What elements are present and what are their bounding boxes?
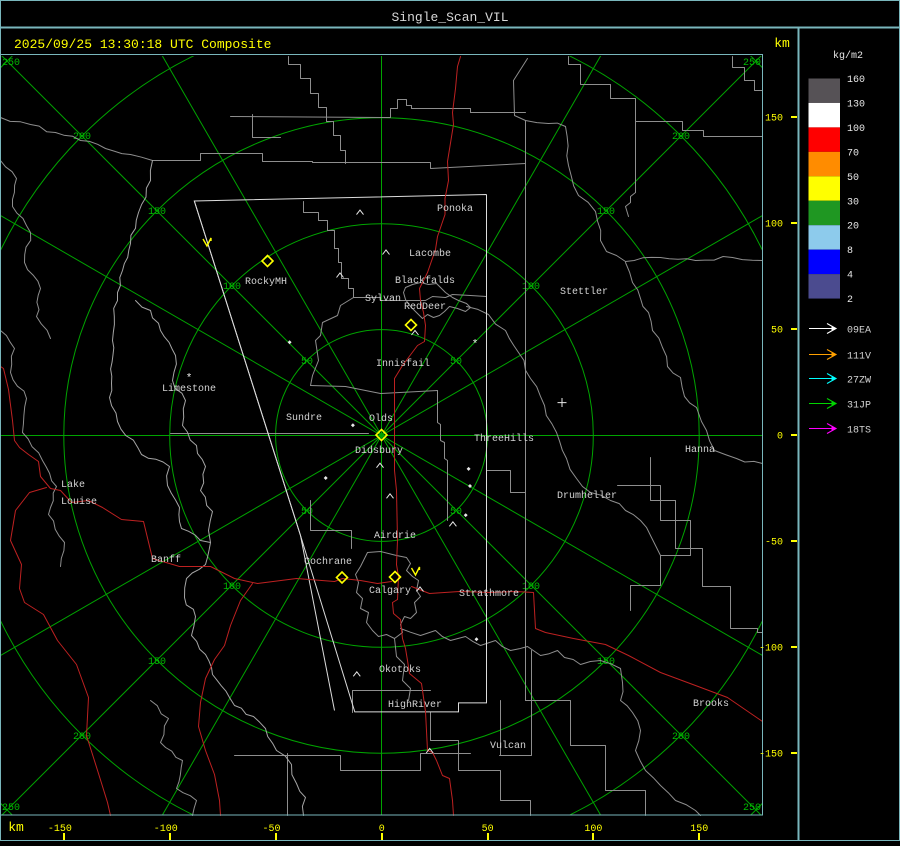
svg-text:250: 250: [743, 803, 761, 814]
svg-text:Calgary: Calgary: [369, 585, 411, 597]
svg-text:Strathmore: Strathmore: [459, 588, 519, 600]
svg-text:50: 50: [301, 507, 313, 518]
svg-text:Okotoks: Okotoks: [379, 664, 421, 676]
svg-text:130: 130: [847, 99, 865, 110]
svg-text:200: 200: [672, 732, 690, 743]
svg-text:100: 100: [223, 282, 241, 293]
svg-text:150: 150: [148, 657, 166, 668]
svg-text:27ZW: 27ZW: [847, 376, 871, 387]
svg-text:-150: -150: [759, 750, 783, 761]
svg-text:100: 100: [765, 220, 783, 231]
svg-text:Stettler: Stettler: [560, 286, 608, 298]
svg-text:Ponoka: Ponoka: [437, 203, 473, 215]
svg-text:-50: -50: [765, 538, 783, 549]
svg-text:8: 8: [847, 246, 853, 257]
svg-text:31JP: 31JP: [847, 401, 871, 412]
svg-text:2025/09/25 13:30:18 UTC Compos: 2025/09/25 13:30:18 UTC Composite: [14, 37, 271, 52]
svg-text:ThreeHills: ThreeHills: [474, 433, 534, 445]
svg-text:250: 250: [2, 58, 20, 69]
svg-text:250: 250: [743, 58, 761, 69]
svg-text:-150: -150: [48, 824, 72, 835]
svg-text:200: 200: [672, 132, 690, 143]
svg-text:Drumheller: Drumheller: [557, 490, 617, 502]
svg-text:50: 50: [301, 357, 313, 368]
svg-text:50: 50: [847, 173, 859, 184]
svg-text:Lake: Lake: [61, 479, 85, 491]
svg-text:Innisfail: Innisfail: [376, 358, 430, 370]
svg-text:Single_Scan_VIL: Single_Scan_VIL: [391, 10, 508, 25]
svg-text:2: 2: [847, 295, 853, 306]
svg-text:0: 0: [379, 824, 385, 835]
svg-text:100: 100: [847, 124, 865, 135]
svg-text:Blackfalds: Blackfalds: [395, 275, 455, 287]
svg-text:111V: 111V: [847, 352, 871, 363]
svg-text:Hanna: Hanna: [685, 445, 715, 456]
svg-text:Vulcan: Vulcan: [490, 740, 526, 752]
svg-text:50: 50: [450, 357, 462, 368]
svg-text:-100: -100: [154, 824, 178, 835]
svg-text:*: *: [186, 373, 193, 385]
svg-text:50: 50: [450, 507, 462, 518]
svg-text:kg/m2: kg/m2: [833, 50, 863, 62]
svg-text:Airdrie: Airdrie: [374, 530, 416, 542]
svg-text:70: 70: [847, 148, 859, 159]
svg-text:50: 50: [771, 326, 783, 337]
svg-text:150: 150: [597, 207, 615, 218]
svg-text:*: *: [472, 339, 479, 351]
svg-text:160: 160: [847, 75, 865, 86]
svg-text:100: 100: [223, 582, 241, 593]
svg-text:30: 30: [847, 197, 859, 208]
svg-text:-100: -100: [759, 644, 783, 655]
svg-text:250: 250: [2, 803, 20, 814]
svg-text:50: 50: [482, 824, 494, 835]
svg-text:100: 100: [584, 824, 602, 835]
svg-text:-50: -50: [262, 824, 280, 835]
svg-text:HighRiver: HighRiver: [388, 699, 442, 711]
svg-text:150: 150: [765, 114, 783, 125]
svg-text:150: 150: [148, 207, 166, 218]
svg-text:RedDeer: RedDeer: [404, 301, 446, 313]
svg-text:100: 100: [522, 582, 540, 593]
svg-text:Cochrane: Cochrane: [304, 556, 352, 568]
svg-text:Olds: Olds: [369, 413, 393, 425]
svg-text:Didsbury: Didsbury: [355, 445, 403, 457]
svg-text:Lacombe: Lacombe: [409, 248, 451, 260]
svg-text:Banff: Banff: [151, 554, 181, 566]
svg-text:Brooks: Brooks: [693, 698, 729, 710]
svg-text:km: km: [8, 820, 24, 835]
svg-text:Louise: Louise: [61, 496, 97, 508]
svg-text:km: km: [774, 36, 790, 51]
svg-text:Sundre: Sundre: [286, 412, 322, 424]
svg-text:RockyMH: RockyMH: [245, 276, 287, 288]
svg-text:18TS: 18TS: [847, 426, 871, 437]
svg-text:09EA: 09EA: [847, 326, 871, 337]
svg-text:4: 4: [847, 271, 853, 282]
svg-text:Sylvan: Sylvan: [365, 293, 401, 305]
svg-text:20: 20: [847, 222, 859, 233]
svg-text:150: 150: [690, 824, 708, 835]
svg-text:0: 0: [777, 432, 783, 443]
svg-text:100: 100: [522, 282, 540, 293]
